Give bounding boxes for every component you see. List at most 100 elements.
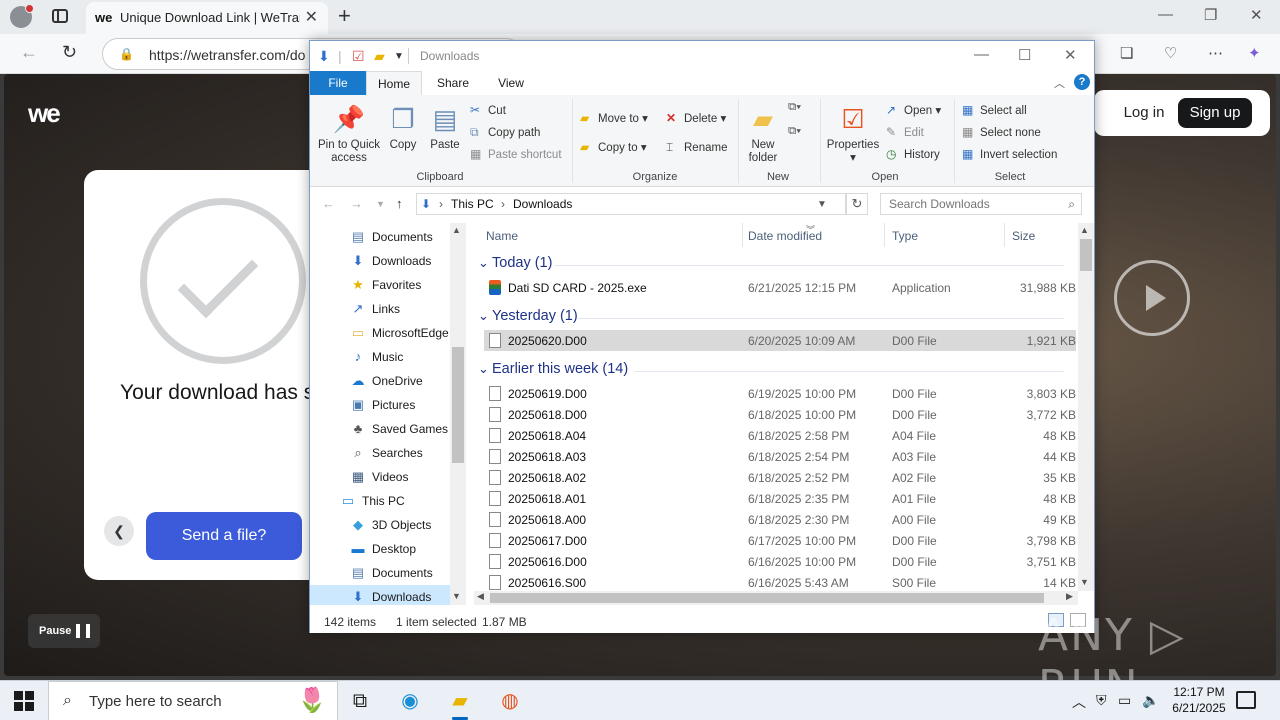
browser-essentials-icon[interactable]: ♡ (1164, 44, 1177, 62)
help-icon[interactable]: ? (1074, 74, 1090, 90)
file-row[interactable]: Dati SD CARD - 2025.exe 6/21/2025 12:15 P… (484, 277, 1076, 298)
windows-start-icon[interactable] (14, 691, 34, 711)
horizontal-scrollbar[interactable]: ◀ ▶ (474, 591, 1078, 605)
column-size[interactable]: Size (1012, 229, 1035, 243)
show-hidden-icons-icon[interactable]: ︿ (1072, 692, 1086, 712)
refresh-icon[interactable]: ↻ (846, 193, 868, 215)
explorer-minimize-icon[interactable]: ― (974, 46, 989, 63)
task-view-icon[interactable]: ⧉ (340, 685, 380, 717)
nav-item[interactable]: ↗ Links (310, 297, 450, 321)
history-button[interactable]: ◷ History (886, 147, 940, 161)
nav-item[interactable]: ☁ OneDrive (310, 369, 450, 393)
chevron-left-icon[interactable]: ❮ (104, 516, 134, 546)
explorer-forward-icon[interactable]: → (350, 196, 363, 211)
column-type[interactable]: Type (892, 229, 918, 243)
firefox-icon[interactable]: ◍ (490, 685, 530, 717)
profile-avatar[interactable] (10, 4, 34, 28)
file-row[interactable]: 20250616.S00 6/16/2025 5:43 AM S00 File 14 … (484, 572, 1076, 593)
minimize-icon[interactable]: ― (1158, 6, 1173, 23)
nav-item[interactable]: ⬇ Downloads (310, 249, 450, 273)
cut-button[interactable]: ✂ Cut (470, 103, 506, 117)
restore-icon[interactable]: ❐ (1204, 6, 1217, 24)
defender-icon[interactable]: ⛨ (1096, 692, 1107, 709)
clock[interactable]: 12:17 PM 6/21/2025 (1164, 684, 1234, 716)
collections-icon[interactable]: ❏ (1120, 44, 1133, 62)
file-row[interactable]: 20250620.D00 6/20/2025 10:09 AM D00 File 1,… (484, 330, 1076, 351)
customize-qat-icon[interactable]: ▼ (394, 51, 404, 62)
new-folder-qat-icon[interactable]: ▰ (374, 48, 385, 65)
tab-view[interactable]: View (486, 71, 536, 95)
explorer-back-icon[interactable]: ← (322, 196, 335, 211)
file-group-header[interactable]: ⌄ Earlier this week (14) (474, 359, 1074, 383)
breadcrumb-this-pc[interactable]: This PC (451, 197, 494, 211)
chevron-down-icon[interactable]: ⌄ (478, 255, 489, 271)
nav-item[interactable]: ⬇ Downloads (310, 585, 450, 605)
pause-background-button[interactable]: Pause (28, 614, 100, 648)
copy-path-button[interactable]: ⧉ Copy path (470, 125, 540, 140)
close-tab-icon[interactable]: ✕ (305, 7, 318, 27)
nav-item[interactable]: ▦ Videos (310, 465, 450, 489)
search-downloads[interactable]: ⌕ (880, 193, 1082, 215)
rename-button[interactable]: ⌶ Rename (666, 140, 727, 155)
file-row[interactable]: 20250618.A04 6/18/2025 2:58 PM A04 File 48 … (484, 425, 1076, 446)
column-name[interactable]: Name (486, 229, 518, 243)
nav-scrollbar[interactable]: ▲ ▼ (450, 223, 466, 605)
more-menu-icon[interactable]: ⋯ (1208, 44, 1223, 62)
explorer-maximize-icon[interactable]: ☐ (1018, 46, 1031, 64)
close-window-icon[interactable]: ✕ (1250, 6, 1263, 24)
file-explorer-icon[interactable]: ▰ (440, 685, 480, 720)
paste-shortcut-button[interactable]: ▦ Paste shortcut (470, 147, 562, 161)
back-icon[interactable]: ← (20, 42, 38, 63)
nav-item[interactable]: ♪ Music (310, 345, 450, 369)
file-row[interactable]: 20250616.D00 6/16/2025 10:00 PM D00 File 3,… (484, 551, 1076, 572)
nav-item[interactable]: ♣ Saved Games (310, 417, 450, 441)
file-group-header[interactable]: ⌄ Yesterday (1) (474, 306, 1074, 330)
reload-icon[interactable]: ↻ (62, 42, 77, 63)
file-row[interactable]: 20250618.A02 6/18/2025 2:52 PM A02 File 35 … (484, 467, 1076, 488)
file-row[interactable]: 20250619.D00 6/19/2025 10:00 PM D00 File 3,… (484, 383, 1076, 404)
file-list-scrollbar[interactable]: ▲ ▼ (1078, 223, 1094, 591)
signup-button[interactable]: Sign up (1178, 98, 1252, 128)
breadcrumb-downloads[interactable]: Downloads (513, 197, 572, 211)
move-to-button[interactable]: ▰ Move to ▾ (580, 111, 648, 125)
properties-button[interactable]: ☑ Properties ▾ (824, 99, 882, 165)
easy-access-icon[interactable]: ⧉▾ (788, 125, 801, 138)
nav-item[interactable]: ▬ Desktop (310, 537, 450, 561)
copy-button[interactable]: ❐ Copy (384, 99, 422, 152)
recent-locations-icon[interactable]: ▼ (376, 199, 385, 209)
open-button[interactable]: ↗ Open ▾ (886, 103, 941, 117)
new-tab-button[interactable]: + (338, 3, 351, 29)
login-button[interactable]: Log in (1106, 98, 1182, 128)
pin-quick-access-button[interactable]: 📌 Pin to Quick access (316, 99, 382, 165)
nav-item[interactable]: ⌕ Searches (310, 441, 450, 465)
new-folder-button[interactable]: ▰ New folder (742, 99, 784, 165)
file-row[interactable]: 20250618.D00 6/18/2025 10:00 PM D00 File 3,… (484, 404, 1076, 425)
send-file-button[interactable]: Send a file? (146, 512, 302, 560)
tab-actions-icon[interactable] (52, 9, 68, 23)
lock-icon[interactable]: 🔒 (119, 47, 134, 61)
delete-button[interactable]: ✕ Delete ▾ (666, 111, 726, 125)
nav-item[interactable]: ▤ Documents (310, 225, 450, 249)
play-icon[interactable] (1114, 260, 1190, 336)
paste-button[interactable]: ▤ Paste (426, 99, 464, 152)
properties-qat-icon[interactable]: ☑ (352, 48, 365, 65)
address-dropdown-icon[interactable]: ▼ (817, 199, 827, 210)
chevron-down-icon[interactable]: ⌄ (478, 361, 489, 377)
wetransfer-logo[interactable]: we (28, 98, 61, 129)
tab-share[interactable]: Share (428, 71, 478, 95)
breadcrumb[interactable]: ⬇ › This PC › Downloads ▼ (416, 193, 846, 215)
up-folder-icon[interactable]: ↑ (396, 196, 403, 211)
browser-tab[interactable]: we Unique Download Link | WeTransfer ✕ (86, 2, 328, 34)
collapse-ribbon-icon[interactable]: ︿ (1054, 75, 1065, 91)
edit-button[interactable]: ✎ Edit (886, 125, 924, 139)
nav-item[interactable]: ▣ Pictures (310, 393, 450, 417)
copy-to-button[interactable]: ▰ Copy to ▾ (580, 140, 647, 154)
new-item-icon[interactable]: ⧉▾ (788, 101, 801, 114)
chevron-down-icon[interactable]: ⌄ (478, 308, 489, 324)
file-group-header[interactable]: ⌄ Today (1) (474, 253, 1074, 277)
select-all-button[interactable]: ▦ Select all (962, 103, 1027, 117)
file-row[interactable]: 20250618.A00 6/18/2025 2:30 PM A00 File 49 … (484, 509, 1076, 530)
file-row[interactable]: 20250618.A03 6/18/2025 2:54 PM A03 File 44 … (484, 446, 1076, 467)
nav-item[interactable]: ▭ This PC (310, 489, 450, 513)
explorer-close-icon[interactable]: ✕ (1064, 46, 1077, 64)
